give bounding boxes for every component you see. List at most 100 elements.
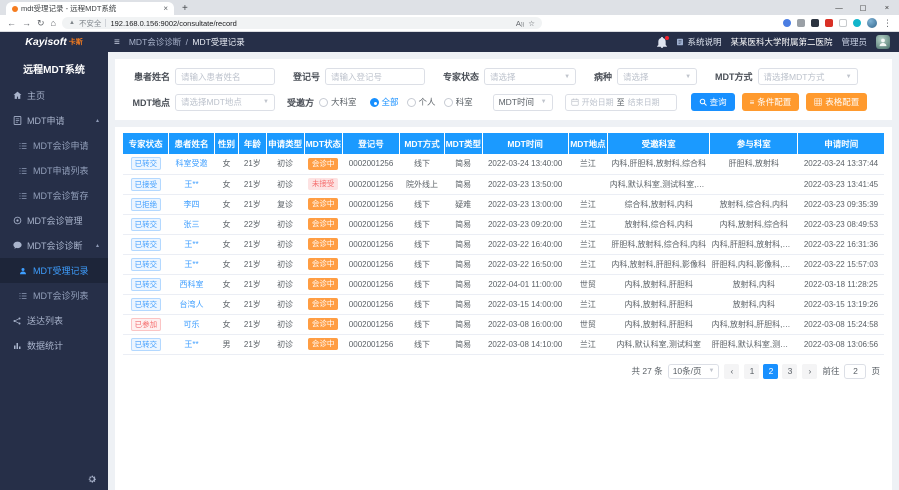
notification-bell-icon[interactable]	[657, 37, 667, 48]
mdt-mode-select[interactable]: 请选择MDT方式 ▼	[758, 68, 858, 85]
sidebar-item-label: MDT受理记录	[33, 264, 89, 277]
sidebar-item-mdt-consult-diagnose[interactable]: MDT会诊诊断▴	[0, 233, 108, 258]
sidebar-item-mdt-consult-list[interactable]: MDT会诊列表	[0, 283, 108, 308]
patient-name-link[interactable]: 西科室	[179, 280, 203, 289]
patient-name-link[interactable]: 王**	[184, 240, 198, 249]
sidebar-item-mdt-accept-record[interactable]: MDT受理记录	[0, 258, 108, 283]
cell-reg-no: 0002001256	[342, 274, 400, 294]
cell-apply-time: 2022-03-08 13:06:56	[798, 334, 884, 354]
patient-name-link[interactable]: 科室受邀	[175, 159, 207, 168]
cell-patient-name: 王**	[169, 334, 215, 354]
user-avatar[interactable]	[876, 35, 890, 49]
radio-dot	[319, 98, 328, 107]
prev-page-button[interactable]: ‹	[724, 364, 739, 379]
cell-mdt-status: 未接受	[304, 174, 342, 194]
extension-icon[interactable]	[853, 19, 861, 27]
sidebar-item-delivery-list[interactable]: 送达列表	[0, 308, 108, 333]
browser-profile-avatar[interactable]	[867, 18, 877, 28]
sidebar-item-mdt-consult-draft[interactable]: MDT会诊暂存	[0, 183, 108, 208]
cell-expert-status: 已参加	[123, 314, 169, 334]
table-config-button[interactable]: 表格配置	[806, 93, 867, 111]
sidebar-item-mdt-apply[interactable]: MDT申请▴	[0, 108, 108, 133]
settings-gear-icon[interactable]	[87, 474, 97, 484]
search-button[interactable]: 查询	[691, 93, 735, 111]
invitee-radio-全部[interactable]: 全部	[370, 96, 399, 108]
cell-age: 21岁	[239, 194, 266, 214]
url-bar[interactable]: ▲ 不安全 192.168.0.156:9002/consultate/reco…	[62, 17, 542, 29]
cell-mdt-mode: 线下	[400, 274, 444, 294]
extension-icon[interactable]	[783, 19, 791, 27]
cell-mdt-location: 兰江	[568, 194, 608, 214]
extension-icon[interactable]	[839, 19, 847, 27]
refresh-icon[interactable]: ↻	[37, 18, 45, 29]
sidebar-item-data-stats[interactable]: 数据统计	[0, 333, 108, 358]
column-header: 性别	[214, 133, 238, 154]
expert-status-select[interactable]: 请选择 ▼	[484, 68, 576, 85]
patient-name-link[interactable]: 王**	[184, 260, 198, 269]
browser-tab[interactable]: mdt受理记录 - 远程MDT系统 ×	[6, 2, 174, 15]
window-controls: — ▢ ×	[827, 0, 899, 15]
extension-icon[interactable]	[811, 19, 819, 27]
window-maximize-button[interactable]: ▢	[851, 0, 875, 15]
column-header: MDT状态	[304, 133, 342, 154]
page-button-1[interactable]: 1	[744, 364, 759, 379]
patient-name-link[interactable]: 张三	[183, 220, 199, 229]
mdt-status-badge: 会诊中	[308, 278, 339, 290]
sidebar-item-home[interactable]: 主页	[0, 83, 108, 108]
cell-age: 22岁	[239, 214, 266, 234]
chevron-down-icon: ▼	[263, 99, 269, 105]
browser-home-icon[interactable]: ⌂	[51, 18, 56, 28]
cell-mdt-mode: 线下	[400, 294, 444, 314]
regno-input[interactable]	[325, 68, 425, 85]
patient-name-input[interactable]	[175, 68, 275, 85]
cell-mdt-status: 会诊中	[304, 254, 342, 274]
goto-page-input[interactable]	[844, 364, 866, 379]
system-note-button[interactable]: 系统说明	[676, 36, 721, 48]
cell-mdt-status: 会诊中	[304, 154, 342, 174]
table-row: 已转交王**男21岁初诊会诊中0002001256线下简易2022-03-08 …	[123, 334, 884, 354]
patient-name-link[interactable]: 王**	[184, 340, 198, 349]
patient-name-link[interactable]: 台湾人	[179, 300, 203, 309]
mdt-location-select[interactable]: 请选择MDT地点 ▼	[175, 94, 275, 111]
cell-apply-time: 2022-03-24 13:37:44	[798, 154, 884, 174]
extension-icon[interactable]	[825, 19, 833, 27]
disease-select[interactable]: 请选择 ▼	[617, 68, 697, 85]
mdt-status-badge: 会诊中	[308, 198, 339, 210]
sidebar-collapse-icon[interactable]: ≡	[114, 37, 120, 48]
sidebar-item-label: MDT会诊暂存	[33, 189, 89, 202]
time-field-select[interactable]: MDT时间 ▼	[493, 94, 553, 111]
date-range-picker[interactable]: 开始日期 至 结束日期	[565, 94, 677, 111]
condition-config-button[interactable]: ≡ 条件配置	[742, 93, 800, 111]
sidebar: 远程MDT系统 主页MDT申请▴MDT会诊申请MDT申请列表MDT会诊暂存MDT…	[0, 52, 108, 490]
page-button-2[interactable]: 2	[763, 364, 778, 379]
patient-name-link[interactable]: 李四	[183, 200, 199, 209]
mdt-status-badge: 会诊中	[308, 298, 339, 310]
mdt-location-filter: MDT地点 请选择MDT地点 ▼	[124, 94, 275, 111]
invitee-radio-个人[interactable]: 个人	[407, 96, 436, 108]
page-size-select[interactable]: 10条/页 ▼	[668, 364, 720, 379]
sidebar-item-mdt-consult-manage[interactable]: MDT会诊管理	[0, 208, 108, 233]
tab-close-icon[interactable]: ×	[163, 4, 168, 13]
browser-menu-icon[interactable]: ⋮	[883, 18, 892, 29]
patient-name-link[interactable]: 可乐	[183, 320, 199, 329]
extension-icon[interactable]	[797, 19, 805, 27]
read-aloud-icon[interactable]: A))	[516, 19, 524, 28]
invitee-radio-大科室[interactable]: 大科室	[319, 96, 357, 108]
sidebar-item-mdt-apply-list[interactable]: MDT申请列表	[0, 158, 108, 183]
bookmark-star-icon[interactable]: ☆	[528, 19, 535, 28]
window-minimize-button[interactable]: —	[827, 0, 851, 15]
radio-dot	[407, 98, 416, 107]
new-tab-button[interactable]: +	[182, 3, 188, 14]
sidebar-item-mdt-consult-apply[interactable]: MDT会诊申请	[0, 133, 108, 158]
forward-icon[interactable]: →	[22, 18, 31, 28]
cell-reg-no: 0002001256	[342, 254, 400, 274]
cell-apply-type: 初诊	[266, 274, 304, 294]
page-list: 123	[744, 364, 797, 379]
next-page-button[interactable]: ›	[802, 364, 817, 379]
page-button-3[interactable]: 3	[782, 364, 797, 379]
window-close-button[interactable]: ×	[875, 0, 899, 15]
invitee-radio-科室[interactable]: 科室	[444, 96, 473, 108]
back-icon[interactable]: ←	[7, 18, 16, 28]
breadcrumb-parent[interactable]: MDT会诊诊断	[129, 37, 181, 47]
patient-name-link[interactable]: 王**	[184, 180, 198, 189]
